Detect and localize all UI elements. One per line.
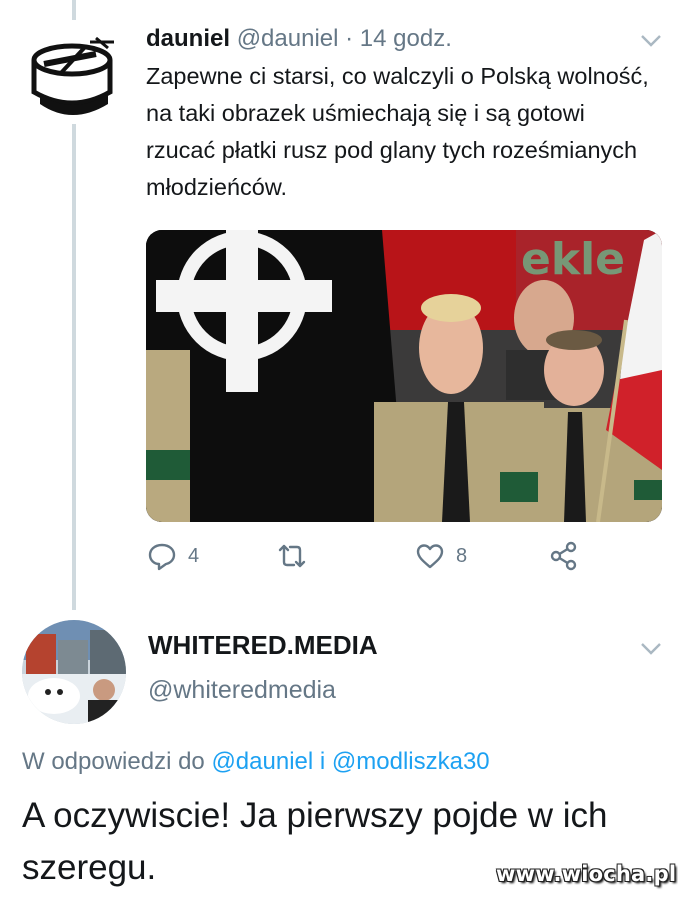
reply-button[interactable]: 4 — [146, 540, 199, 572]
tweet-photo[interactable]: ekle — [146, 230, 662, 522]
mention-link[interactable]: @modliszka30 — [332, 748, 490, 775]
chevron-down-icon[interactable] — [640, 34, 662, 48]
avatar[interactable] — [22, 620, 126, 724]
share-button[interactable] — [548, 540, 580, 572]
separator: · — [345, 25, 354, 52]
author-name[interactable]: dauniel — [146, 25, 230, 52]
author-handle[interactable]: @dauniel — [237, 25, 339, 52]
author-handle[interactable]: @whiteredmedia — [148, 676, 336, 705]
like-icon — [416, 544, 444, 569]
watermark: www.wiocha.pl — [496, 862, 677, 886]
share-icon — [550, 541, 577, 571]
banner-text: ekle — [521, 234, 625, 285]
retweet-button[interactable] — [276, 540, 318, 572]
reply-count: 4 — [188, 544, 200, 567]
tweet-text: Zapewne ci starsi, co walczyli o Polską … — [146, 63, 649, 200]
thread-line — [72, 124, 76, 610]
reply-conjunction: i — [319, 748, 326, 775]
reply-prefix: W odpowiedzi do — [22, 748, 205, 775]
like-count: 8 — [456, 544, 468, 567]
reply-icon — [148, 543, 176, 571]
reply-context: W odpowiedzi do @dauniel i @modliszka30 — [22, 748, 490, 776]
mention-link[interactable]: @dauniel — [211, 748, 313, 775]
like-button[interactable]: 8 — [414, 540, 467, 572]
avatar[interactable] — [30, 34, 118, 120]
timestamp[interactable]: 14 godz. — [360, 25, 452, 52]
thread-line — [72, 0, 76, 20]
chevron-down-icon[interactable] — [640, 642, 662, 656]
author-name[interactable]: WHITERED.MEDIA — [148, 630, 378, 661]
tweet-header: dauniel @dauniel · 14 godz. — [146, 24, 452, 54]
retweet-icon — [278, 544, 306, 568]
